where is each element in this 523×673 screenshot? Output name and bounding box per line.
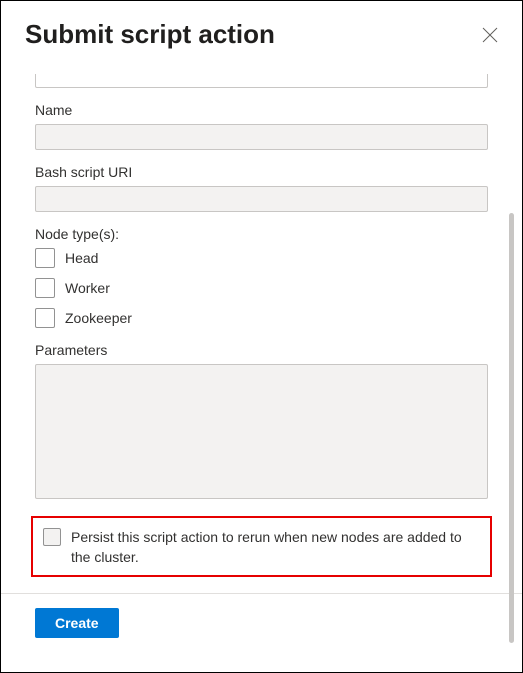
uri-input[interactable] <box>35 186 488 212</box>
nodetype-label: Node type(s): <box>35 226 488 242</box>
panel-header: Submit script action <box>1 1 522 58</box>
nodetype-group: Node type(s): Head Worker Zookeeper <box>35 226 488 328</box>
nodetype-worker-label: Worker <box>65 280 110 296</box>
persist-label: Persist this script action to rerun when… <box>71 528 480 567</box>
name-input[interactable] <box>35 124 488 150</box>
nodetype-worker-checkbox[interactable] <box>35 278 55 298</box>
panel-footer: Create <box>1 594 522 654</box>
persist-row: Persist this script action to rerun when… <box>43 528 480 567</box>
uri-label: Bash script URI <box>35 164 488 180</box>
nodetype-head-row: Head <box>35 248 488 268</box>
nodetype-zookeeper-checkbox[interactable] <box>35 308 55 328</box>
name-label: Name <box>35 102 488 118</box>
nodetype-zookeeper-label: Zookeeper <box>65 310 132 326</box>
parameters-input[interactable] <box>35 364 488 499</box>
persist-checkbox[interactable] <box>43 528 61 546</box>
nodetype-head-label: Head <box>65 250 98 266</box>
panel-content: Name Bash script URI Node type(s): Head … <box>1 58 522 577</box>
nodetype-worker-row: Worker <box>35 278 488 298</box>
uri-field-group: Bash script URI <box>35 164 488 212</box>
nodetype-zookeeper-row: Zookeeper <box>35 308 488 328</box>
parameters-label: Parameters <box>35 342 488 358</box>
close-icon[interactable] <box>482 27 498 43</box>
scrollbar[interactable] <box>509 213 514 643</box>
persist-highlight: Persist this script action to rerun when… <box>31 516 492 577</box>
panel-title: Submit script action <box>25 19 275 50</box>
name-field-group: Name <box>35 102 488 150</box>
previous-field-edge <box>35 74 488 88</box>
create-button[interactable]: Create <box>35 608 119 638</box>
nodetype-head-checkbox[interactable] <box>35 248 55 268</box>
parameters-field-group: Parameters <box>35 342 488 502</box>
